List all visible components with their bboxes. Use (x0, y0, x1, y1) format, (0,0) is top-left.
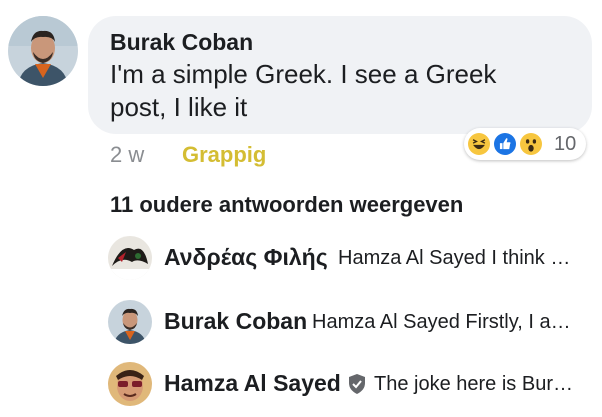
comment-author[interactable]: Burak Coban (110, 29, 253, 56)
like-icon (492, 131, 518, 157)
verified-shield-icon (346, 373, 368, 395)
reply-item[interactable]: Burak Coban Hamza Al Sayed Firstly, I a… (108, 300, 588, 344)
commenter-avatar[interactable] (8, 16, 78, 86)
reply-avatar[interactable] (108, 300, 152, 344)
comment-text: I'm a simple Greek. I see a Greek post, … (110, 59, 497, 122)
haha-icon (466, 131, 492, 157)
comment-timestamp[interactable]: 2 w (110, 142, 144, 168)
reply-author[interactable]: Ανδρέας Φιλής (164, 244, 328, 271)
reply-avatar[interactable] (108, 362, 152, 406)
reply-avatar[interactable] (108, 236, 152, 280)
reply-item[interactable]: Hamza Al Sayed The joke here is Bur… (108, 362, 588, 406)
reply-item[interactable]: Ανδρέας Φιλής Hamza Al Sayed I think … (108, 236, 588, 280)
reactions-summary[interactable]: 10 (464, 128, 586, 160)
reaction-button[interactable]: Grappig (182, 142, 266, 168)
reply-author[interactable]: Burak Coban (164, 308, 307, 335)
reply-text: The joke here is Bur… (374, 373, 573, 395)
reply-text: Hamza Al Sayed Firstly, I a… (312, 311, 571, 333)
view-older-replies-link[interactable]: 11 oudere antwoorden weergeven (110, 192, 463, 218)
reply-author[interactable]: Hamza Al Sayed (164, 370, 341, 397)
wow-icon (518, 131, 544, 157)
reaction-count: 10 (554, 133, 577, 155)
reply-text: Hamza Al Sayed I think … (338, 247, 571, 269)
